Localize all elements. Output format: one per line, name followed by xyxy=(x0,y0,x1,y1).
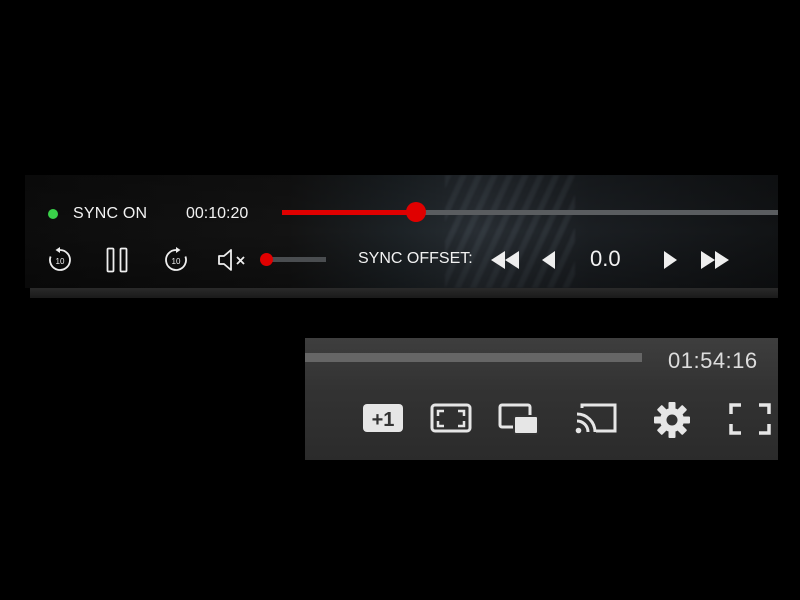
volume-handle[interactable] xyxy=(260,253,273,266)
plus-one-button[interactable]: +1 xyxy=(362,402,404,434)
sync-offset-label: SYNC OFFSET: xyxy=(358,250,473,267)
sync-status-label[interactable]: SYNC ON xyxy=(73,205,147,223)
seek-handle[interactable] xyxy=(405,202,426,222)
pause-icon xyxy=(106,247,128,273)
seek-bar-played xyxy=(282,210,416,215)
rewind-10-button[interactable]: 10 xyxy=(46,246,74,274)
bottom-progress-bar[interactable] xyxy=(305,353,642,362)
fullscreen-button[interactable] xyxy=(728,402,772,436)
sync-status-dot xyxy=(48,209,58,219)
seek-bar[interactable] xyxy=(282,202,778,222)
plus-one-icon: +1 xyxy=(363,404,403,432)
current-time: 00:10:20 xyxy=(186,205,249,222)
volume-muted-icon xyxy=(218,249,245,271)
step-back-button[interactable] xyxy=(538,247,560,273)
mute-button[interactable] xyxy=(216,246,250,274)
forward-amount: 10 xyxy=(172,257,181,266)
volume-slider[interactable] xyxy=(260,253,326,266)
settings-gear-icon xyxy=(654,402,690,438)
fullscreen-icon xyxy=(729,403,771,435)
fast-forward-icon xyxy=(701,251,729,269)
aspect-ratio-button[interactable] xyxy=(430,402,472,434)
pause-button[interactable] xyxy=(103,246,131,274)
total-time: 01:54:16 xyxy=(668,348,758,373)
aspect-ratio-icon xyxy=(430,403,472,433)
plus-one-label: +1 xyxy=(372,409,395,431)
settings-button[interactable] xyxy=(652,401,692,439)
rewind-amount: 10 xyxy=(56,257,65,266)
forward-10-button[interactable]: 10 xyxy=(162,246,190,274)
player-bar-shadow xyxy=(30,288,778,298)
cast-button[interactable] xyxy=(574,402,618,436)
step-forward-icon xyxy=(664,251,677,269)
fast-rewind-button[interactable] xyxy=(488,247,522,273)
sync-offset-value: 0.0 xyxy=(590,246,621,271)
step-back-icon xyxy=(542,251,555,269)
step-forward-button[interactable] xyxy=(659,247,681,273)
cast-icon xyxy=(575,403,617,434)
picture-in-picture-button[interactable] xyxy=(498,402,540,436)
forward-10-icon: 10 xyxy=(165,247,187,271)
fast-rewind-icon xyxy=(491,251,519,269)
rewind-10-icon: 10 xyxy=(49,247,71,271)
fast-forward-button[interactable] xyxy=(698,247,732,273)
picture-in-picture-icon xyxy=(498,403,539,435)
